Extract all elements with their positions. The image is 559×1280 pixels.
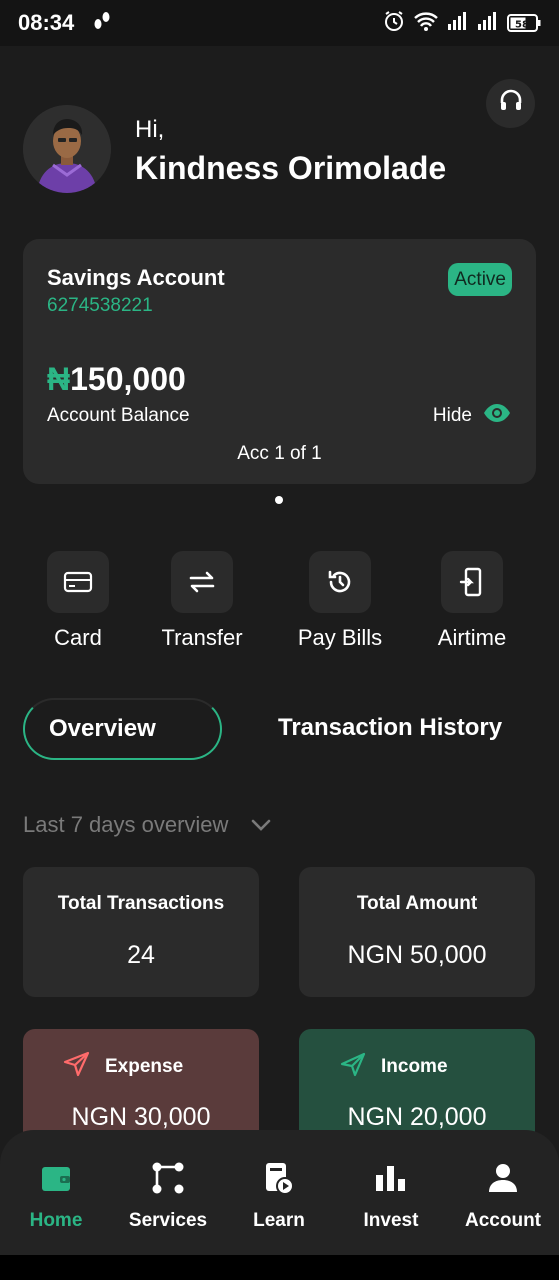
chevron-down-icon <box>250 812 272 838</box>
total-transactions-value: 24 <box>127 941 155 969</box>
support-button[interactable] <box>486 79 535 128</box>
airtime-action[interactable]: Airtime <box>417 551 527 651</box>
nav-invest[interactable]: Invest <box>335 1160 447 1232</box>
card-icon <box>47 551 109 613</box>
tab-transaction-history[interactable]: Transaction History <box>278 714 502 742</box>
total-amount-value: NGN 50,000 <box>347 941 487 969</box>
alarm-icon <box>383 10 405 37</box>
balance-label: Account Balance <box>47 405 190 426</box>
wallet-icon <box>0 1160 112 1196</box>
total-transactions-card: Total Transactions 24 <box>23 867 259 997</box>
learn-icon <box>223 1160 335 1196</box>
tab-overview[interactable]: Overview <box>23 698 222 760</box>
send-icon <box>63 1051 91 1083</box>
user-icon <box>447 1160 559 1196</box>
history-icon <box>309 551 371 613</box>
nav-account[interactable]: Account <box>447 1160 559 1232</box>
period-label: Last 7 days overview <box>23 812 229 837</box>
status-time: 08:34 <box>18 10 75 35</box>
signal-icon <box>447 11 469 36</box>
total-amount-label: Total Amount <box>356 893 478 914</box>
nav-learn[interactable]: Learn <box>223 1160 335 1232</box>
carousel-dot[interactable] <box>275 496 283 504</box>
pay-bills-label: Pay Bills <box>297 625 383 650</box>
balance-value: 150,000 <box>70 361 186 397</box>
battery-level: 58 <box>515 20 529 31</box>
hide-balance-toggle[interactable]: Hide <box>433 403 512 429</box>
system-nav-bar <box>0 1255 559 1280</box>
nav-services-label: Services <box>128 1210 208 1231</box>
nav-home-label: Home <box>29 1210 83 1231</box>
avatar[interactable] <box>23 105 111 193</box>
total-transactions-label: Total Transactions <box>57 893 225 914</box>
bottom-nav: Home Services Learn Invest Account <box>0 1130 559 1255</box>
greeting: Hi, <box>135 116 165 143</box>
account-number: 6274538221 <box>47 295 153 316</box>
card-action[interactable]: Card <box>23 551 133 651</box>
signal-icon-2 <box>477 11 499 36</box>
total-amount-card: Total Amount NGN 50,000 <box>299 867 535 997</box>
income-label: Income <box>381 1056 448 1077</box>
receive-icon <box>339 1051 367 1083</box>
pay-bills-action[interactable]: Pay Bills <box>285 551 395 651</box>
expense-label: Expense <box>105 1056 184 1077</box>
transfer-label: Transfer <box>161 625 243 650</box>
phone-icon <box>441 551 503 613</box>
account-type: Savings Account <box>47 265 225 290</box>
transfer-icon <box>171 551 233 613</box>
income-value: NGN 20,000 <box>347 1103 487 1131</box>
currency-symbol: ₦ <box>47 361 71 397</box>
transfer-action[interactable]: Transfer <box>147 551 257 651</box>
card-label: Card <box>54 625 102 650</box>
battery-icon: 58 <box>507 14 541 32</box>
services-icon <box>112 1160 224 1196</box>
period-dropdown[interactable]: Last 7 days overview <box>23 812 272 838</box>
footsteps-icon <box>92 10 112 37</box>
status-badge: Active <box>448 263 512 296</box>
income-card: Income NGN 20,000 <box>299 1029 535 1139</box>
expense-value: NGN 30,000 <box>71 1103 211 1131</box>
hide-label: Hide <box>432 405 472 426</box>
nav-learn-label: Learn <box>253 1210 305 1231</box>
chart-icon <box>335 1160 447 1196</box>
account-card[interactable]: Savings Account 6274538221 Active ₦150,0… <box>23 239 536 484</box>
nav-invest-label: Invest <box>363 1210 419 1231</box>
user-name: Kindness Orimolade <box>135 150 447 186</box>
headset-icon <box>498 88 524 119</box>
wifi-icon <box>413 10 439 37</box>
nav-services[interactable]: Services <box>112 1160 224 1232</box>
airtime-label: Airtime <box>437 625 507 650</box>
expense-card: Expense NGN 30,000 <box>23 1029 259 1139</box>
eye-icon <box>482 403 512 429</box>
nav-home[interactable]: Home <box>0 1160 112 1232</box>
status-bar: 08:34 58 <box>0 0 559 46</box>
nav-account-label: Account <box>465 1210 541 1231</box>
account-pager: Acc 1 of 1 <box>237 443 322 464</box>
account-balance: ₦150,000 <box>47 361 186 398</box>
